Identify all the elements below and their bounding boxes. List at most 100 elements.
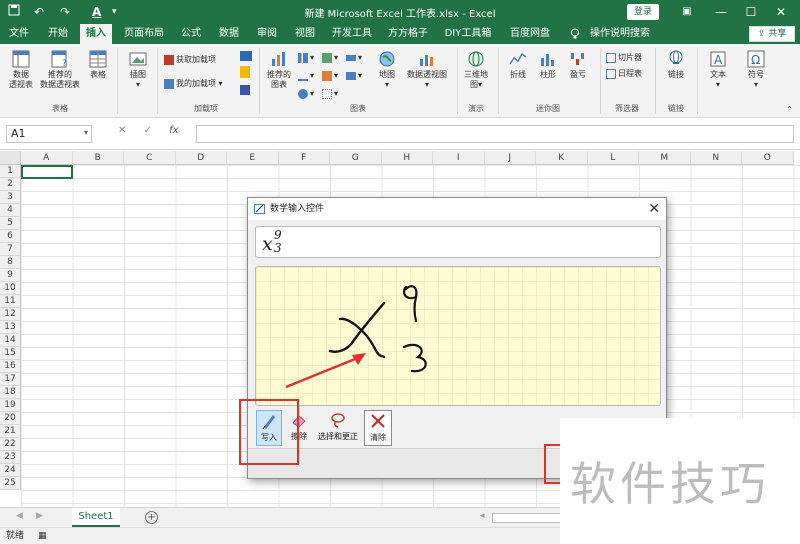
line-chart-icon[interactable]: ▾ (298, 70, 314, 82)
row-header[interactable]: 2 (0, 178, 21, 191)
column-header[interactable]: H (381, 151, 433, 165)
row-header[interactable]: 10 (0, 282, 21, 295)
combo-chart-icon[interactable]: ▾ (346, 70, 362, 82)
row-header[interactable]: 12 (0, 308, 21, 321)
column-header[interactable]: I (433, 151, 485, 165)
3d-map-button[interactable]: 三维地 图▾ (460, 50, 492, 90)
hierarchy-chart-icon[interactable]: ▾ (322, 52, 338, 64)
row-header[interactable]: 24 (0, 464, 21, 477)
enter-icon[interactable]: ✓ (144, 125, 152, 136)
select-all-corner[interactable] (0, 151, 21, 165)
next-sheet-icon[interactable]: ▶ (36, 511, 43, 521)
column-header[interactable]: M (639, 151, 691, 165)
link-button[interactable]: 链接 (662, 50, 690, 80)
text-button[interactable]: A 文本 ▾ (704, 50, 732, 90)
timeline-button[interactable]: 日程表 (606, 68, 642, 80)
tab-insert[interactable]: 插入 (80, 24, 112, 44)
column-header[interactable]: L (587, 151, 639, 165)
row-header[interactable]: 8 (0, 256, 21, 269)
tab-fangfang[interactable]: 方方格子 (384, 24, 432, 44)
column-header[interactable]: D (175, 151, 227, 165)
prev-sheet-icon[interactable]: ◀ (16, 511, 23, 521)
active-cell-a1[interactable] (21, 165, 73, 179)
row-header[interactable]: 20 (0, 412, 21, 425)
column-header[interactable]: K (536, 151, 588, 165)
column-header[interactable]: C (124, 151, 176, 165)
tab-data[interactable]: 数据 (214, 24, 244, 44)
get-addins-button[interactable]: 获取加载项 (164, 54, 216, 66)
tab-developer[interactable]: 开发工具 (328, 24, 376, 44)
name-box[interactable]: A1 (6, 125, 92, 143)
tab-review[interactable]: 审阅 (252, 24, 282, 44)
row-header[interactable]: 13 (0, 321, 21, 334)
clear-tool-button[interactable]: 清除 (364, 410, 392, 446)
scroll-left-icon[interactable]: ◂ (480, 511, 485, 521)
people-graph-icon[interactable] (240, 50, 254, 62)
sparkline-winloss-button[interactable]: 盈亏 (564, 50, 592, 80)
sparkline-column-button[interactable]: 柱形 (534, 50, 562, 80)
formula-input[interactable] (196, 125, 794, 143)
tab-file[interactable]: 文件 (4, 24, 34, 44)
column-header[interactable]: O (742, 151, 794, 165)
row-header[interactable]: 4 (0, 204, 21, 217)
row-header[interactable]: 23 (0, 451, 21, 464)
tab-page-layout[interactable]: 页面布局 (120, 24, 168, 44)
chevron-down-icon[interactable]: ▾ (84, 128, 88, 137)
lightbulb-icon[interactable] (568, 24, 582, 44)
recommended-pivot-button[interactable]: ? 推荐的 数据透视表 (38, 50, 82, 90)
row-header[interactable]: 25 (0, 477, 21, 490)
column-header[interactable]: E (227, 151, 279, 165)
handwriting-canvas[interactable] (255, 266, 661, 406)
add-sheet-button[interactable]: + (145, 511, 158, 524)
symbol-button[interactable]: Ω 符号 ▾ (742, 50, 770, 90)
dialog-close-button[interactable]: ✕ (648, 200, 660, 218)
tab-view[interactable]: 视图 (290, 24, 320, 44)
tab-diy-toolbox[interactable]: DIY工具箱 (440, 24, 496, 44)
column-header[interactable]: N (690, 151, 742, 165)
maximize-button[interactable]: ☐ (734, 0, 768, 24)
recommended-charts-button[interactable]: 推荐的 图表 (264, 50, 294, 90)
waterfall-chart-icon[interactable]: ▾ (346, 52, 362, 64)
row-header[interactable]: 21 (0, 425, 21, 438)
row-header[interactable]: 1 (0, 165, 21, 178)
row-header[interactable]: 16 (0, 360, 21, 373)
tab-baidu-netdisk[interactable]: 百度网盘 (504, 24, 556, 44)
row-header[interactable]: 15 (0, 347, 21, 360)
share-button[interactable]: ⇪ 共享 (749, 26, 795, 42)
close-button[interactable]: ✕ (764, 0, 798, 24)
scatter-chart-icon[interactable]: ▾ (322, 88, 338, 100)
row-header[interactable]: 22 (0, 438, 21, 451)
map-chart-button[interactable]: 地图 ▾ (374, 50, 400, 90)
tab-home[interactable]: 开始 (42, 24, 74, 44)
column-header[interactable]: A (21, 151, 73, 165)
sheet-tab-sheet1[interactable]: Sheet1 (72, 508, 120, 527)
row-header[interactable]: 6 (0, 230, 21, 243)
row-header[interactable]: 18 (0, 386, 21, 399)
table-button[interactable]: 表格 (86, 50, 110, 80)
row-header[interactable]: 17 (0, 373, 21, 386)
column-header[interactable]: G (330, 151, 382, 165)
insert-function-icon[interactable]: fx (169, 125, 178, 136)
visio-icon[interactable] (240, 84, 252, 96)
column-chart-icon[interactable]: ▾ (298, 52, 314, 64)
ribbon-display-options-icon[interactable]: ▣ (670, 0, 704, 24)
column-header[interactable]: J (484, 151, 536, 165)
bing-maps-icon[interactable] (240, 66, 252, 79)
accessibility-icon[interactable]: ▦ (38, 528, 47, 544)
collapse-ribbon-icon[interactable]: ⌃ (786, 104, 793, 116)
column-header[interactable]: B (72, 151, 124, 165)
pie-chart-icon[interactable]: ▾ (298, 88, 314, 100)
row-header[interactable]: 9 (0, 269, 21, 282)
illustrations-button[interactable]: 插图 ▾ (124, 50, 152, 90)
cancel-icon[interactable]: ✕ (118, 125, 126, 136)
pivot-chart-button[interactable]: 数据透视图 ▾ (402, 50, 452, 90)
row-header[interactable]: 7 (0, 243, 21, 256)
row-header[interactable]: 14 (0, 334, 21, 347)
row-header[interactable]: 19 (0, 399, 21, 412)
row-header[interactable]: 3 (0, 191, 21, 204)
slicer-button[interactable]: 切片器 (606, 52, 642, 64)
column-header[interactable]: F (278, 151, 330, 165)
sparkline-line-button[interactable]: 折线 (504, 50, 532, 80)
my-addins-button[interactable]: 我的加载项 ▾ (164, 78, 223, 90)
row-header[interactable]: 5 (0, 217, 21, 230)
